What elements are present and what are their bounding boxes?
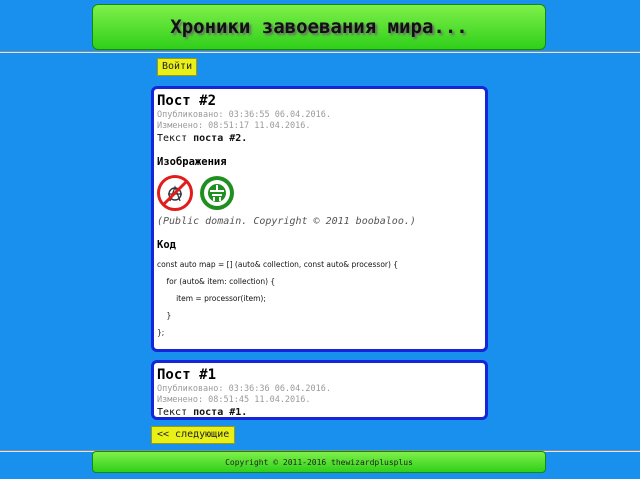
post-published: Опубликовано: 03:36:36 06.04.2016.	[157, 384, 331, 394]
crossed-out-logo-icon[interactable]	[157, 175, 193, 211]
post-card: Пост #2 Опубликовано: 03:36:55 06.04.201…	[151, 86, 488, 352]
post-text-bold: поста #1.	[193, 407, 248, 418]
post-text: Текст поста #2.	[157, 132, 481, 145]
code-heading: Код	[157, 239, 176, 251]
post-text-prefix: Текст	[157, 133, 194, 144]
site-title[interactable]: Хроники завоевания мира...	[170, 16, 467, 38]
green-circle-emblem-icon[interactable]	[199, 175, 235, 211]
post-modified: Изменено: 08:51:17 11.04.2016.	[157, 121, 311, 131]
page: Хроники завоевания мира... Войти Пост #2…	[0, 0, 640, 479]
post-text: Текст поста #1.	[157, 406, 481, 418]
next-page-button[interactable]: << следующие	[151, 426, 236, 444]
post-text-bold: поста #2.	[193, 133, 248, 144]
post-title[interactable]: Пост #2	[157, 92, 481, 110]
post-title[interactable]: Пост #1	[157, 366, 481, 384]
image-caption: (Public domain. Copyright © 2011 boobalo…	[157, 216, 416, 227]
code-line: item = processor(item);	[157, 294, 266, 303]
code-block: const auto map = [] (auto& collection, c…	[157, 256, 481, 341]
login-button[interactable]: Войти	[157, 58, 198, 76]
header-banner: Хроники завоевания мира...	[92, 4, 546, 50]
post-published: Опубликовано: 03:36:55 06.04.2016.	[157, 110, 331, 120]
code-line: for (auto& item: collection) {	[157, 277, 276, 286]
post-card: Пост #1 Опубликовано: 03:36:36 06.04.201…	[151, 360, 488, 420]
post-modified: Изменено: 08:51:45 11.04.2016.	[157, 395, 311, 405]
header-divider	[0, 51, 640, 53]
code-line: const auto map = [] (auto& collection, c…	[157, 260, 399, 269]
post-text-prefix: Текст	[157, 407, 194, 418]
post-images	[157, 175, 481, 211]
images-heading: Изображения	[157, 156, 227, 168]
code-line: }	[157, 311, 172, 320]
footer-banner: Copyright © 2011-2016 thewizardplusplus	[92, 451, 546, 473]
footer-copyright: Copyright © 2011-2016 thewizardplusplus	[225, 457, 413, 467]
code-line: };	[157, 328, 165, 337]
